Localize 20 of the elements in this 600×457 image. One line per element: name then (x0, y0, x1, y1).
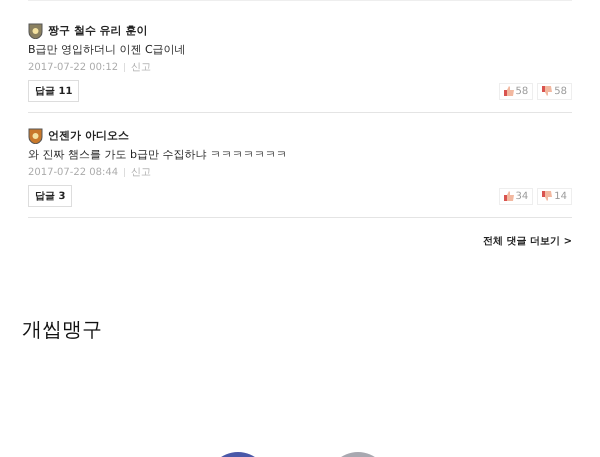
comment-date: 2017-07-22 00:12 (28, 62, 118, 72)
reply-button[interactable]: 답글 11 (28, 80, 80, 102)
like-button[interactable]: 58 (498, 82, 534, 100)
username: 개씹맹구 (22, 316, 103, 343)
comment-author[interactable]: 언젠가 아디오스 (48, 128, 129, 143)
report-link[interactable]: 신고 (131, 165, 152, 179)
more-comments-link[interactable]: 전체 댓글 더보기 > (483, 234, 572, 248)
comment-author[interactable]: 짱구 철수 유리 훈이 (48, 23, 148, 38)
thumbs-down-icon (542, 191, 552, 201)
thumbs-up-icon (504, 86, 514, 96)
dislike-button[interactable]: 14 (537, 188, 572, 204)
report-link[interactable]: 신고 (131, 60, 152, 74)
dislike-button[interactable]: 58 (537, 82, 572, 100)
reply-button[interactable]: 답글 3 (28, 185, 72, 207)
like-button[interactable]: 34 (498, 188, 534, 204)
thumbs-down-icon (542, 86, 552, 96)
comment-date: 2017-07-22 08:44 (28, 166, 118, 178)
thumbs-up-icon (504, 191, 514, 201)
comment-text: B급만 영입하더니 이젠 C급이네 (28, 42, 187, 57)
comment-text: 와 진짜 챔스를 가도 b급만 수집하냐 ㅋㅋㅋㅋㅋㅋㅋ (28, 147, 288, 162)
